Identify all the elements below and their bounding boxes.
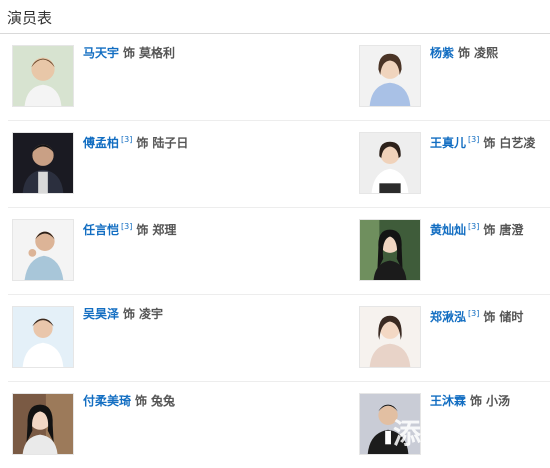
cast-info: 马天宇饰莫格利	[83, 45, 175, 61]
cast-info: 郑湫泓 [3] 饰储时	[430, 306, 523, 325]
role-name: 兔兔	[151, 394, 176, 408]
watermark-glyph: 添	[393, 417, 422, 450]
as-label: 饰	[136, 136, 149, 150]
actor-name-link[interactable]: 黄灿灿	[430, 223, 466, 237]
actor-name-link[interactable]: 杨紫	[430, 46, 454, 60]
actor-photo[interactable]	[359, 219, 421, 281]
cast-section-title: 演员表	[7, 9, 53, 27]
as-label: 饰	[483, 223, 496, 237]
cast-info: 付柔美琦饰兔兔	[83, 393, 175, 409]
cast-item[interactable]: 傅孟柏 [3] 饰陆子日	[12, 132, 272, 196]
cast-info: 傅孟柏 [3] 饰陆子日	[83, 132, 188, 151]
as-label: 饰	[123, 46, 136, 60]
actor-photo[interactable]	[359, 132, 421, 194]
cast-info: 王沐霖饰小汤	[430, 393, 510, 409]
cast-item[interactable]: 王真儿 [3] 饰白艺凌	[359, 132, 550, 196]
actor-photo[interactable]	[12, 393, 74, 455]
role-name: 凌熙	[474, 46, 499, 60]
cast-item[interactable]: 黄灿灿 [3] 饰唐澄	[359, 219, 550, 283]
actor-name-link[interactable]: 任言恺	[83, 223, 119, 237]
cast-info: 吴昊泽饰凌宇	[83, 306, 163, 322]
role-name: 莫格利	[139, 46, 176, 60]
as-label: 饰	[136, 223, 149, 237]
role-name: 小汤	[486, 394, 511, 408]
cast-info: 黄灿灿 [3] 饰唐澄	[430, 219, 523, 238]
cast-item[interactable]: 马天宇饰莫格利	[12, 45, 272, 109]
actor-photo[interactable]	[359, 45, 421, 107]
citation-sup[interactable]: [3]	[468, 309, 479, 318]
actor-photo[interactable]	[12, 132, 74, 194]
role-name: 唐澄	[499, 223, 524, 237]
cast-info: 任言恺 [3] 饰郑理	[83, 219, 176, 238]
cast-item[interactable]: 王沐霖饰小汤	[359, 393, 550, 457]
as-label: 饰	[458, 46, 471, 60]
as-label: 饰	[135, 394, 148, 408]
row-divider	[8, 294, 550, 295]
cast-item[interactable]: 任言恺 [3] 饰郑理	[12, 219, 272, 283]
citation-sup[interactable]: [3]	[121, 135, 132, 144]
role-name: 陆子日	[152, 136, 189, 150]
cast-info: 杨紫饰凌熙	[430, 45, 498, 61]
role-name: 凌宇	[139, 307, 164, 321]
cast-section-header: 演员表	[0, 0, 550, 34]
as-label: 饰	[483, 310, 496, 324]
actor-photo[interactable]	[12, 306, 74, 368]
actor-name-link[interactable]: 马天宇	[83, 46, 119, 60]
actor-name-link[interactable]: 郑湫泓	[430, 310, 466, 324]
row-divider	[8, 120, 550, 121]
role-name: 储时	[499, 310, 524, 324]
as-label: 饰	[470, 394, 483, 408]
actor-photo[interactable]	[12, 45, 74, 107]
cast-item[interactable]: 吴昊泽饰凌宇	[12, 306, 272, 370]
cast-item[interactable]: 郑湫泓 [3] 饰储时	[359, 306, 550, 370]
actor-photo[interactable]	[359, 306, 421, 368]
row-divider	[8, 381, 550, 382]
actor-name-link[interactable]: 王沐霖	[430, 394, 466, 408]
role-name: 白艺凌	[499, 136, 536, 150]
actor-photo[interactable]	[12, 219, 74, 281]
citation-sup[interactable]: [3]	[468, 222, 479, 231]
cast-item[interactable]: 付柔美琦饰兔兔	[12, 393, 272, 457]
citation-sup[interactable]: [3]	[121, 222, 132, 231]
as-label: 饰	[483, 136, 496, 150]
actor-name-link[interactable]: 付柔美琦	[83, 394, 131, 408]
cast-item[interactable]: 杨紫饰凌熙	[359, 45, 550, 109]
citation-sup[interactable]: [3]	[468, 135, 479, 144]
row-divider	[8, 207, 550, 208]
cast-info: 王真儿 [3] 饰白艺凌	[430, 132, 535, 151]
role-name: 郑理	[152, 223, 177, 237]
as-label: 饰	[123, 307, 136, 321]
actor-name-link[interactable]: 王真儿	[430, 136, 466, 150]
actor-name-link[interactable]: 傅孟柏	[83, 136, 119, 150]
actor-name-link[interactable]: 吴昊泽	[83, 307, 119, 321]
